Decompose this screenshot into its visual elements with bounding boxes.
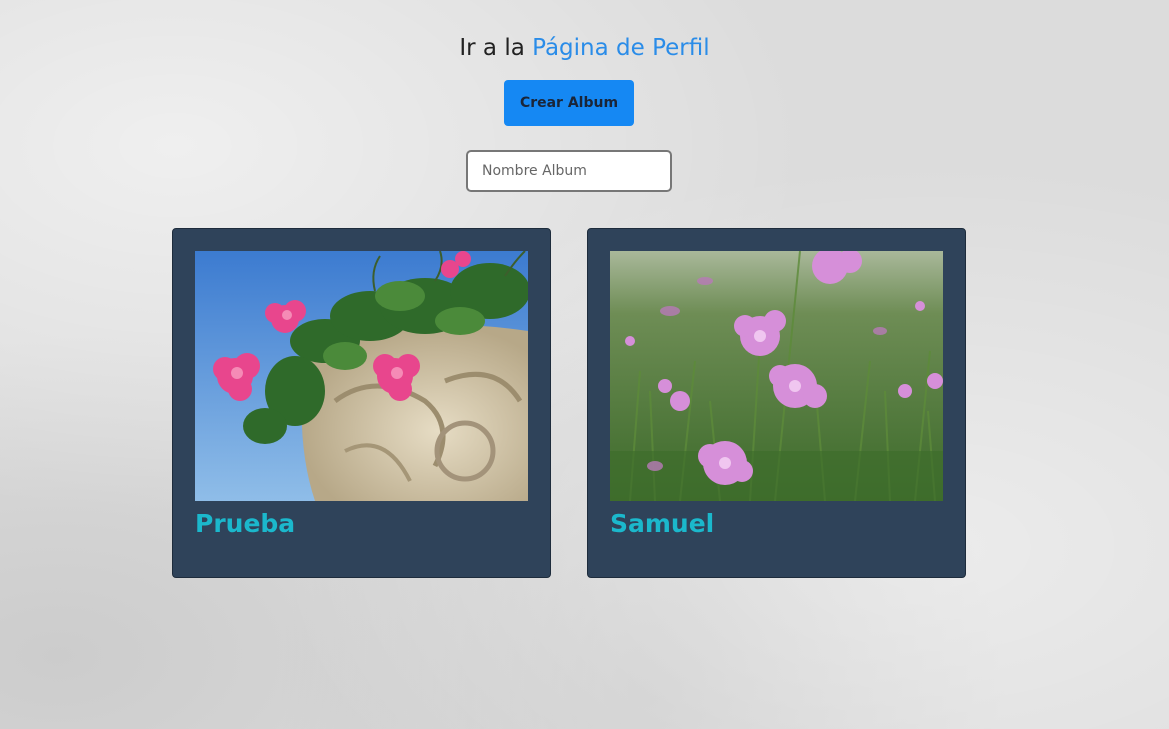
create-album-button[interactable]: Crear Album: [504, 80, 634, 126]
album-name-input[interactable]: [466, 150, 672, 192]
album-photo-flowers-urn[interactable]: [195, 251, 528, 501]
album-title[interactable]: Samuel: [610, 507, 714, 541]
header-prefix: Ir a la: [459, 35, 525, 61]
page-header: Ir a la Página de Perfil: [0, 31, 1169, 65]
album-card-prueba[interactable]: Prueba: [172, 228, 551, 578]
album-photo-wildflowers[interactable]: [610, 251, 943, 501]
album-card-samuel[interactable]: Samuel: [587, 228, 966, 578]
album-title[interactable]: Prueba: [195, 507, 295, 541]
profile-page-link[interactable]: Página de Perfil: [532, 35, 710, 61]
